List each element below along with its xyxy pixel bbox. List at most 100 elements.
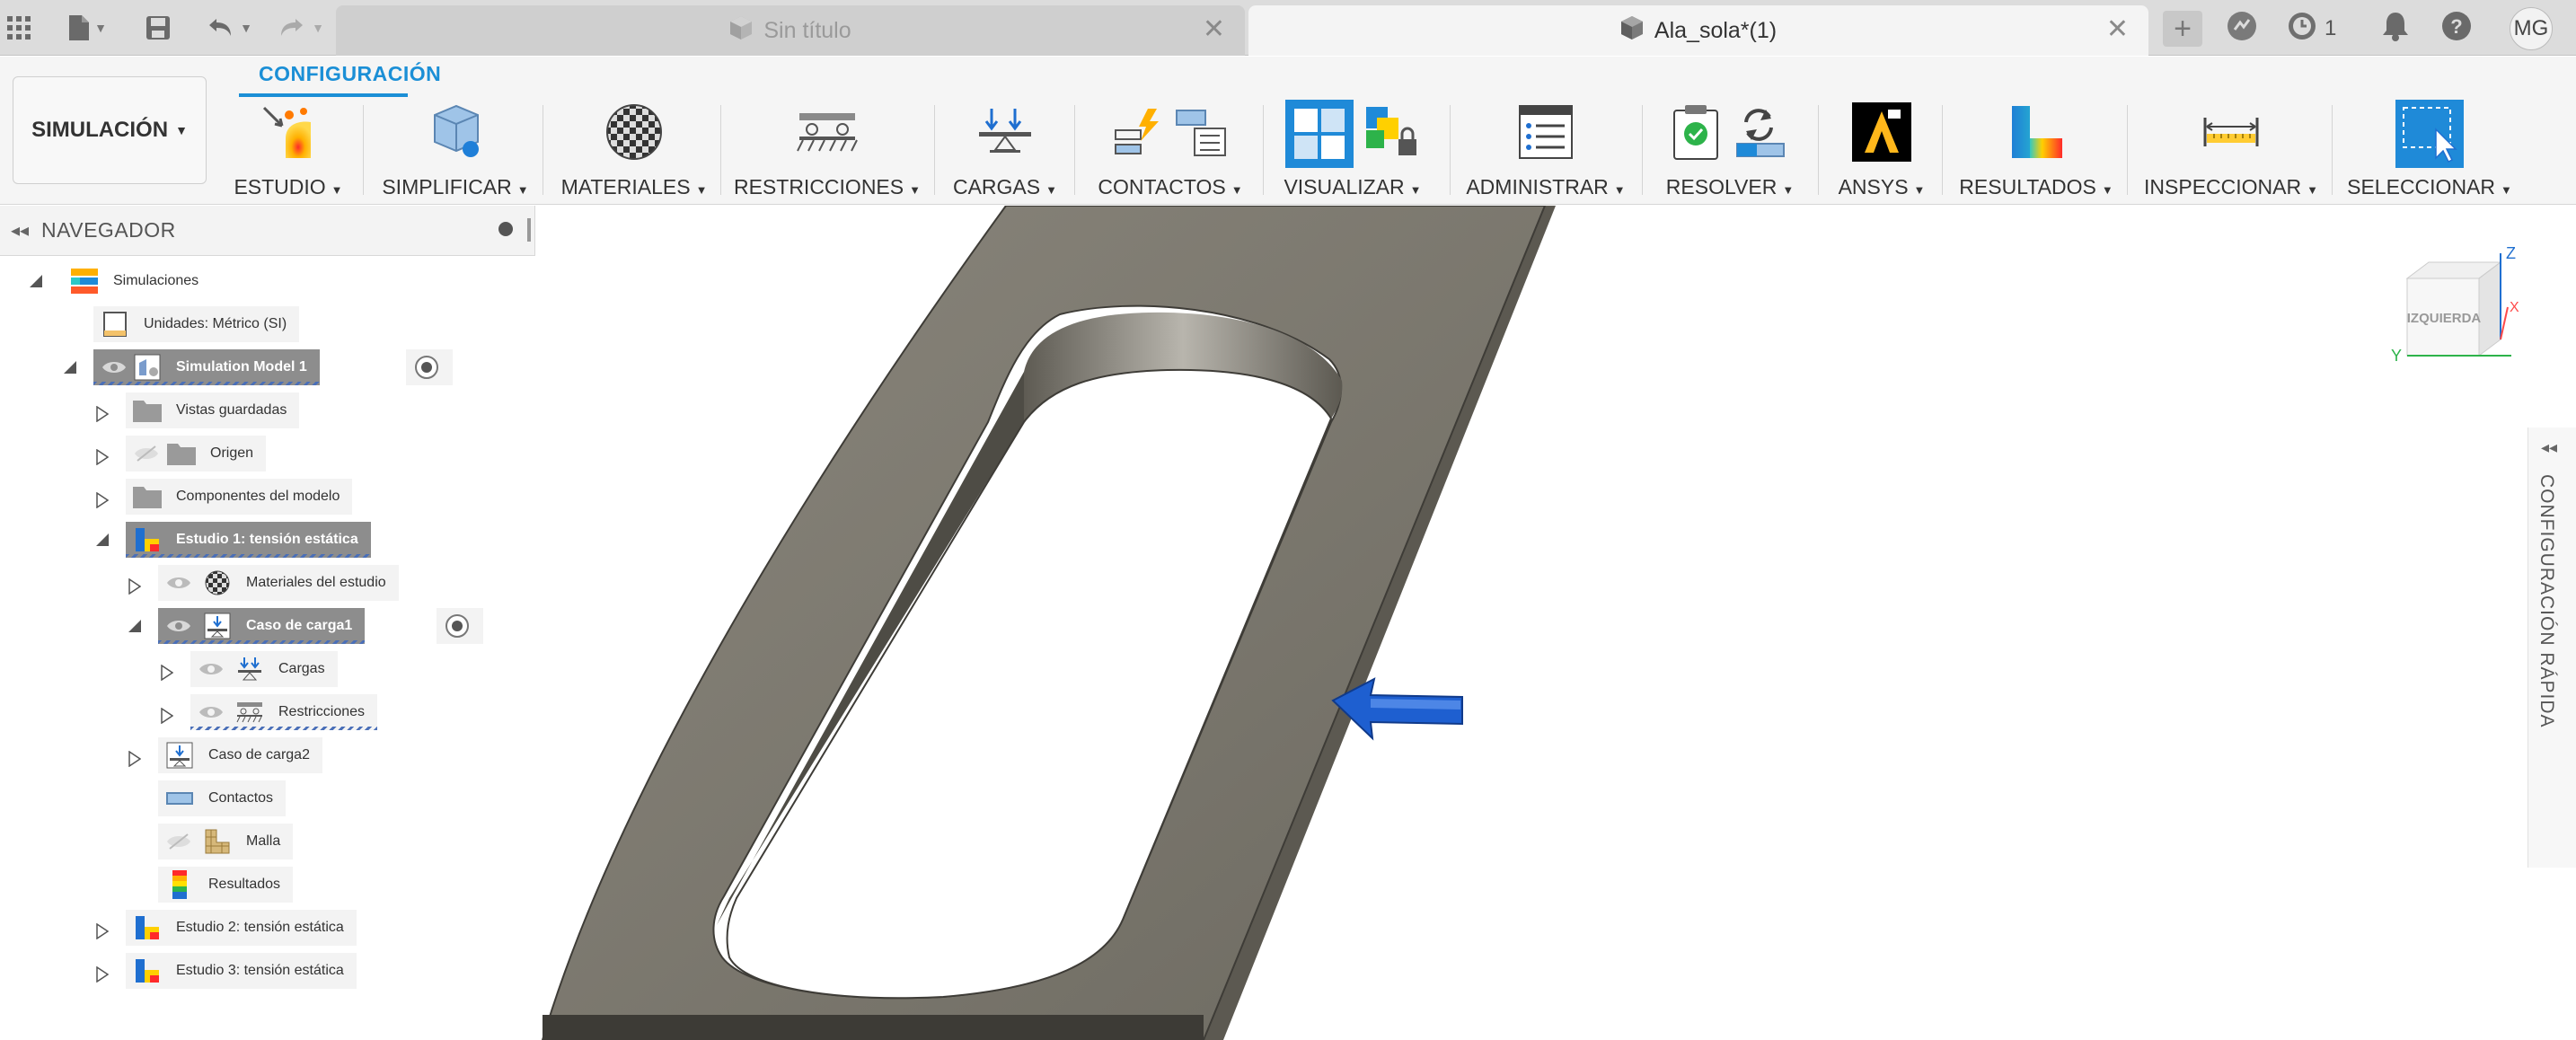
tree-node-materiales[interactable]: Materiales del estudio <box>158 565 399 601</box>
chevron-down-icon: ▼ <box>175 123 188 137</box>
help-button[interactable]: ? <box>2441 11 2472 47</box>
tree-node-cargas[interactable]: Cargas <box>190 651 338 687</box>
app-grid-icon[interactable] <box>5 11 32 45</box>
job-status-button[interactable]: 1 <box>2287 11 2336 47</box>
administrar-group[interactable]: ADMINISTRAR ▼ <box>1464 98 1628 204</box>
close-tab-icon[interactable]: ✕ <box>1203 16 1225 43</box>
tree-node-estudio-3[interactable]: Estudio 3: tensión estática <box>126 953 357 989</box>
contactos-group[interactable]: CONTACTOS ▼ <box>1087 98 1254 204</box>
activate-radio[interactable] <box>406 349 453 385</box>
precheck-icon <box>1671 103 1721 165</box>
materiales-label: MATERIALES <box>560 175 691 198</box>
materials-checker-icon <box>604 102 664 166</box>
extensions-button[interactable] <box>2226 11 2258 47</box>
file-menu-button[interactable]: ▼ <box>61 11 115 45</box>
expand-panel-icon[interactable]: ◂◂ <box>2541 438 2557 457</box>
collapsed-toggle-icon[interactable] <box>126 576 144 597</box>
wing-part-model[interactable] <box>535 206 2576 1040</box>
workspace-switcher[interactable]: SIMULACIÓN ▼ <box>13 76 207 184</box>
collapse-panel-icon[interactable]: ◂◂ <box>5 219 34 242</box>
3d-viewport[interactable]: IZQUIERDA Z Y X ◂◂ CONFIGURACIÓN RÁPIDA <box>535 206 2576 1040</box>
collapsed-toggle-icon[interactable] <box>158 662 176 683</box>
materiales-group[interactable]: MATERIALES ▼ <box>557 98 711 204</box>
tab-label: Ala_sola*(1) <box>1654 17 1778 43</box>
tree-node-caso-carga-2[interactable]: Caso de carga2 <box>158 737 322 773</box>
tree-node-resultados[interactable]: Resultados <box>158 867 294 903</box>
restricciones-group[interactable]: RESTRICCIONES ▼ <box>733 98 922 204</box>
separator <box>1642 105 1643 195</box>
estudio-group[interactable]: ESTUDIO ▼ <box>232 98 345 204</box>
browser-title: NAVEGADOR <box>41 218 176 242</box>
new-tab-button[interactable]: + <box>2163 11 2202 47</box>
resolver-label: RESOLVER <box>1665 175 1778 198</box>
redo-button[interactable]: ▼ <box>273 11 329 45</box>
quick-setup-panel[interactable]: ◂◂ CONFIGURACIÓN RÁPIDA <box>2527 427 2576 868</box>
tree-node-restricciones[interactable]: Restricciones <box>190 694 378 730</box>
user-avatar[interactable]: MG <box>2510 7 2553 50</box>
administrar-label: ADMINISTRAR <box>1466 175 1609 198</box>
chevron-down-icon: ▼ <box>2307 183 2318 197</box>
visibility-eye-icon[interactable] <box>165 569 192 596</box>
tree-node-caso-carga-1[interactable]: Caso de carga1 <box>158 608 366 644</box>
resize-grip-icon[interactable] <box>527 218 531 242</box>
tree-node-origen[interactable]: Origen <box>126 436 267 472</box>
tree-node-estudio-1[interactable]: Estudio 1: tensión estática <box>126 522 371 558</box>
seleccionar-group[interactable]: SELECCIONAR ▼ <box>2344 98 2515 204</box>
measure-icon <box>2201 114 2261 154</box>
visibility-eye-icon[interactable] <box>198 656 225 683</box>
hidden-eye-icon[interactable] <box>165 828 192 855</box>
close-tab-icon[interactable]: ✕ <box>2106 16 2129 43</box>
save-button[interactable] <box>142 11 174 45</box>
collapsed-toggle-icon[interactable] <box>158 705 176 727</box>
tree-node-unidades[interactable]: Unidades: Métrico (SI) <box>93 306 300 342</box>
expanded-toggle-icon[interactable] <box>61 357 79 378</box>
resultados-group[interactable]: RESULTADOS ▼ <box>1956 98 2116 204</box>
tree-node-vistas-guardadas[interactable]: Vistas guardadas <box>126 392 300 428</box>
tree-node-malla[interactable]: Malla <box>158 824 294 859</box>
node-label: Materiales del estudio <box>246 575 386 590</box>
undo-button[interactable]: ▼ <box>201 11 257 45</box>
collapsed-toggle-icon[interactable] <box>93 446 111 468</box>
tab-configuracion[interactable]: CONFIGURACIÓN <box>259 62 441 86</box>
collapsed-toggle-icon[interactable] <box>93 489 111 511</box>
cargas-group[interactable]: CARGAS ▼ <box>947 98 1063 204</box>
collapsed-toggle-icon[interactable] <box>93 921 111 942</box>
axis-y-label: Y <box>2391 347 2403 365</box>
collapsed-toggle-icon[interactable] <box>93 964 111 985</box>
expanded-toggle-icon[interactable] <box>27 270 45 292</box>
document-tab-ala-sola[interactable]: Ala_sola*(1) ✕ <box>1248 5 2148 56</box>
view-cube-face-label[interactable]: IZQUIERDA <box>2404 311 2484 326</box>
visibility-lock-icon[interactable] <box>1363 103 1420 165</box>
resolver-group[interactable]: RESOLVER ▼ <box>1654 98 1805 204</box>
notifications-icon <box>2382 11 2409 48</box>
activate-radio[interactable] <box>437 608 483 644</box>
visualizar-group[interactable]: VISUALIZAR ▼ <box>1274 98 1432 204</box>
tree-node-componentes[interactable]: Componentes del modelo <box>126 479 353 515</box>
hidden-eye-icon[interactable] <box>133 440 160 467</box>
model-display-icon[interactable] <box>1285 100 1354 168</box>
expanded-toggle-icon[interactable] <box>126 615 144 637</box>
expanded-toggle-icon[interactable] <box>93 529 111 551</box>
visibility-eye-icon[interactable] <box>165 613 192 639</box>
tree-node-simulation-model[interactable]: Simulation Model 1 <box>93 349 320 385</box>
document-tab-sin-titulo[interactable]: Sin título ✕ <box>336 5 1245 56</box>
constraint-icon <box>796 110 859 159</box>
tree-node-simulaciones[interactable]: Simulaciones <box>63 263 211 299</box>
inspeccionar-group[interactable]: INSPECCIONAR ▼ <box>2141 98 2321 204</box>
collapsed-toggle-icon[interactable] <box>93 403 111 425</box>
minimize-icon[interactable] <box>498 222 513 236</box>
visibility-eye-icon[interactable] <box>198 699 225 726</box>
job-status-icon <box>2287 11 2317 48</box>
ansys-group[interactable]: ANSYS ▼ <box>1832 98 1931 204</box>
tree-node-contactos[interactable]: Contactos <box>158 780 287 816</box>
tree-node-estudio-2[interactable]: Estudio 2: tensión estática <box>126 910 357 946</box>
chevron-down-icon: ▼ <box>1231 183 1243 197</box>
chevron-down-icon: ▼ <box>1613 183 1626 197</box>
collapsed-toggle-icon[interactable] <box>126 748 144 770</box>
simplificar-group[interactable]: SIMPLIFICAR ▼ <box>381 98 530 204</box>
visibility-eye-icon[interactable] <box>101 354 128 381</box>
axis-x-label: X <box>2510 300 2519 315</box>
separator <box>2332 105 2333 195</box>
view-cube[interactable]: IZQUIERDA Z Y X <box>2389 244 2524 384</box>
notifications-button[interactable] <box>2382 11 2409 47</box>
